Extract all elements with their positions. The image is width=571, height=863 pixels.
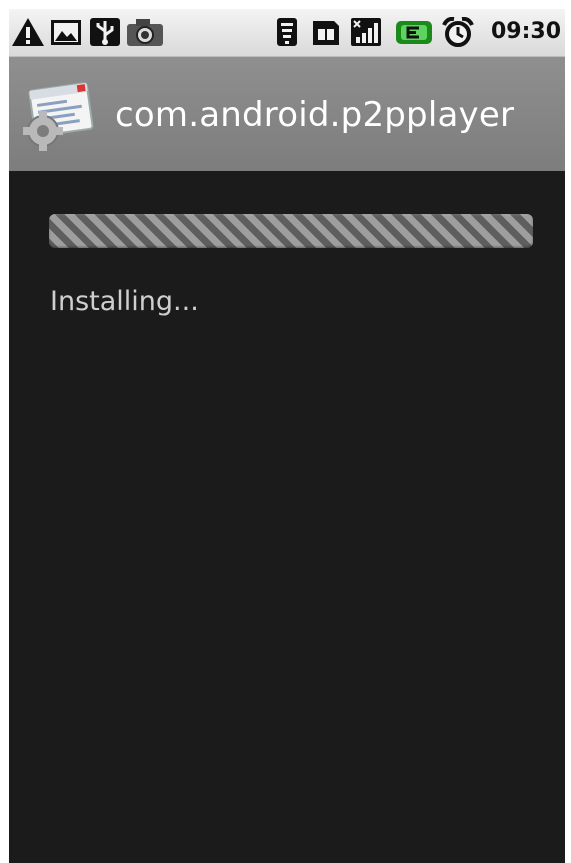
phone-screen: 09:30 com.android.p2pplayer Installing..… xyxy=(9,9,565,863)
alarm-icon xyxy=(442,17,474,47)
image-icon xyxy=(51,20,81,45)
camera-icon xyxy=(127,19,163,46)
package-installer-icon xyxy=(23,82,94,151)
wifi-icon xyxy=(277,18,297,46)
install-status-text: Installing... xyxy=(50,286,199,317)
status-bar: 09:30 xyxy=(9,9,565,57)
battery-icon xyxy=(396,21,432,44)
status-clock: 09:30 xyxy=(490,19,561,44)
app-package-name: com.android.p2pplayer xyxy=(115,95,515,135)
usb-icon xyxy=(90,18,120,46)
sim-icon xyxy=(313,21,339,45)
install-progress-bar xyxy=(49,214,533,248)
title-bar: com.android.p2pplayer xyxy=(9,57,565,171)
warning-icon xyxy=(12,18,44,46)
signal-icon xyxy=(351,18,381,46)
